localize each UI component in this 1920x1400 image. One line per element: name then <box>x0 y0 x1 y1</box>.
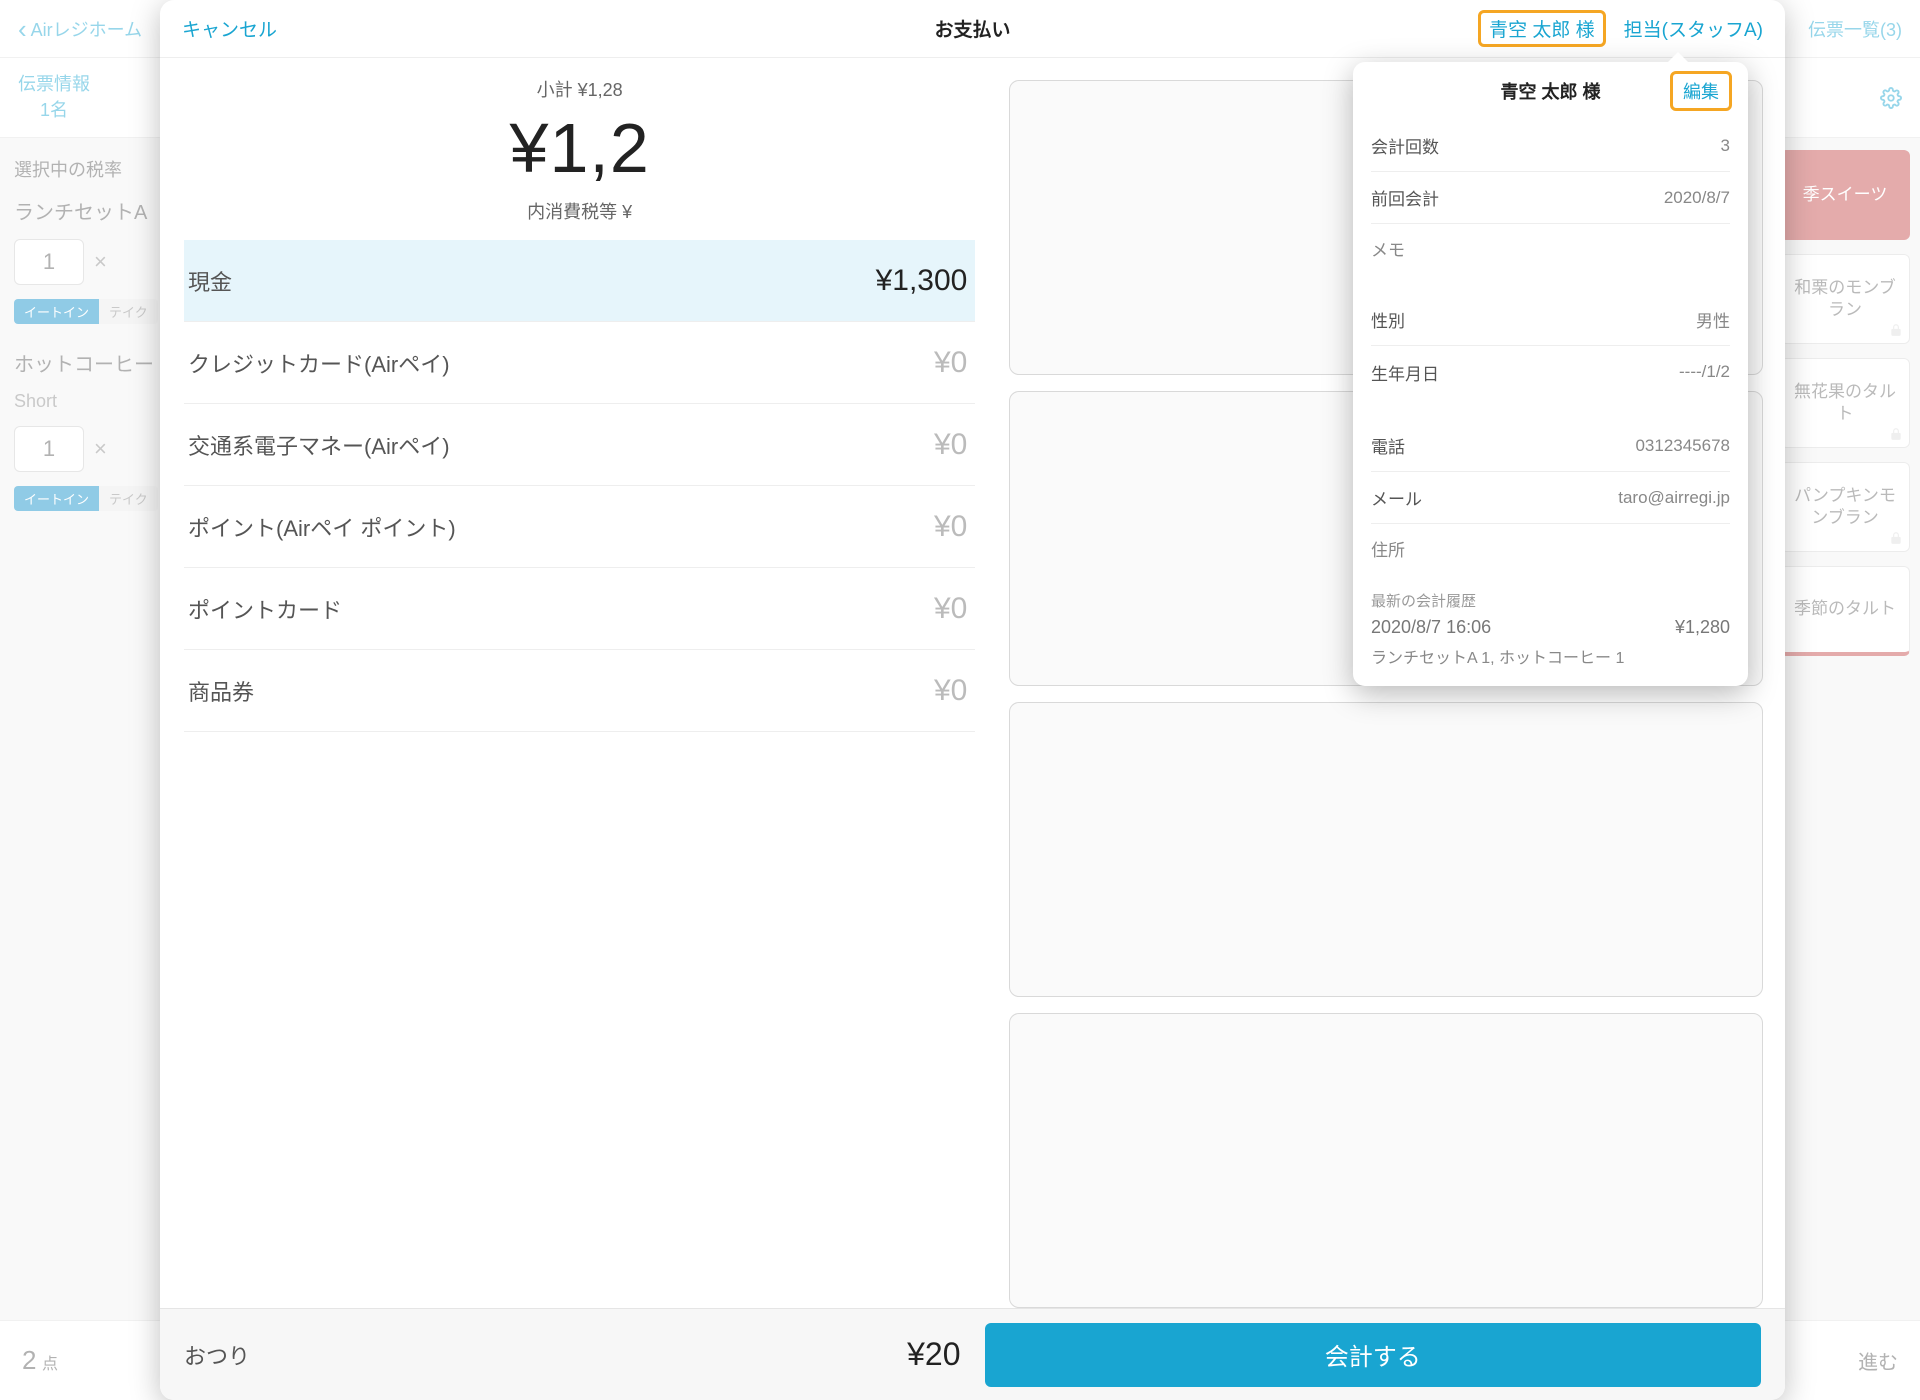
memo-label: メモ <box>1371 224 1730 272</box>
change-display: おつり ¥20 <box>184 1336 961 1373</box>
keypad-placeholder[interactable] <box>1009 702 1763 997</box>
tax-included-label: 内消費税等 ¥ <box>184 198 975 224</box>
subtotal-label: 小計 ¥1,28 <box>184 76 975 102</box>
pay-method-point[interactable]: ポイント(Airペイ ポイント) ¥0 <box>184 486 975 568</box>
checkout-button[interactable]: 会計する <box>985 1323 1762 1387</box>
customer-row: メール taro@airregi.jp <box>1371 472 1730 524</box>
customer-name-button[interactable]: 青空 太郎 様 <box>1478 10 1606 47</box>
customer-row: 生年月日 ----/1/2 <box>1371 346 1730 398</box>
history-detail: ランチセットA 1, ホットコーヒー 1 <box>1371 644 1730 668</box>
pay-method-amount: ¥0 <box>934 428 967 462</box>
row-value: 3 <box>1721 136 1730 156</box>
address-label: 住所 <box>1371 524 1730 572</box>
row-value: 0312345678 <box>1635 436 1730 456</box>
row-value: taro@airregi.jp <box>1618 488 1730 508</box>
payment-methods-list: 現金 ¥1,300 クレジットカード(Airペイ) ¥0 交通系電子マネー(Ai… <box>184 240 975 732</box>
grand-total: ¥1,2 <box>184 108 975 188</box>
pay-method-label: 商品券 <box>188 675 254 707</box>
pay-method-amount: ¥0 <box>934 510 967 544</box>
pay-method-pointcard[interactable]: ポイントカード ¥0 <box>184 568 975 650</box>
sheet-footer: おつり ¥20 会計する <box>160 1308 1785 1400</box>
pay-method-credit[interactable]: クレジットカード(Airペイ) ¥0 <box>184 322 975 404</box>
pay-method-label: クレジットカード(Airペイ) <box>188 347 450 379</box>
row-label: 生年月日 <box>1371 360 1439 385</box>
row-label: 会計回数 <box>1371 133 1439 158</box>
row-value: ----/1/2 <box>1679 362 1730 382</box>
history-entry[interactable]: 2020/8/7 16:06 ¥1,280 ランチセットA 1, ホットコーヒー… <box>1353 617 1748 686</box>
sheet-title: お支払い <box>934 15 1010 42</box>
payment-left-pane: 小計 ¥1,28 ¥1,2 内消費税等 ¥ 現金 ¥1,300 クレジットカード… <box>160 58 999 1308</box>
pay-method-cash[interactable]: 現金 ¥1,300 <box>184 240 975 322</box>
customer-row: 性別 男性 <box>1371 294 1730 346</box>
pay-method-amount: ¥0 <box>934 592 967 626</box>
pay-method-amount: ¥1,300 <box>876 264 968 298</box>
customer-row: 会計回数 3 <box>1371 120 1730 172</box>
totals-block: 小計 ¥1,28 ¥1,2 内消費税等 ¥ <box>184 76 975 224</box>
row-label: 前回会計 <box>1371 185 1439 210</box>
history-amount: ¥1,280 <box>1675 617 1730 638</box>
customer-name: 青空 太郎 様 <box>1500 78 1600 104</box>
staff-button[interactable]: 担当(スタッフA) <box>1624 15 1763 42</box>
row-label: 電話 <box>1371 433 1405 458</box>
pay-method-amount: ¥0 <box>934 346 967 380</box>
history-heading: 最新の会計履歴 <box>1353 572 1748 617</box>
pay-method-amount: ¥0 <box>934 674 967 708</box>
edit-button[interactable]: 編集 <box>1670 71 1732 111</box>
change-value: ¥20 <box>907 1336 960 1373</box>
row-value: 男性 <box>1696 307 1730 332</box>
pay-method-label: ポイントカード <box>188 593 342 625</box>
row-label: 性別 <box>1371 307 1405 332</box>
change-label: おつり <box>184 1339 250 1371</box>
keypad-placeholder[interactable] <box>1009 1013 1763 1308</box>
pay-method-label: ポイント(Airペイ ポイント) <box>188 511 456 543</box>
cancel-button[interactable]: キャンセル <box>182 15 277 42</box>
popover-header: 青空 太郎 様 編集 <box>1353 62 1748 120</box>
row-label: メール <box>1371 485 1422 510</box>
pay-method-voucher[interactable]: 商品券 ¥0 <box>184 650 975 732</box>
customer-row: 電話 0312345678 <box>1371 420 1730 472</box>
history-time: 2020/8/7 16:06 <box>1371 617 1491 638</box>
pay-method-label: 交通系電子マネー(Airペイ) <box>188 429 450 461</box>
customer-popover: 青空 太郎 様 編集 会計回数 3 前回会計 2020/8/7 メモ 性別 男性… <box>1353 62 1748 686</box>
pay-method-label: 現金 <box>188 265 232 297</box>
pay-method-emoney[interactable]: 交通系電子マネー(Airペイ) ¥0 <box>184 404 975 486</box>
row-value: 2020/8/7 <box>1664 188 1730 208</box>
sheet-header: キャンセル お支払い 青空 太郎 様 担当(スタッフA) <box>160 0 1785 58</box>
customer-row: 前回会計 2020/8/7 <box>1371 172 1730 224</box>
